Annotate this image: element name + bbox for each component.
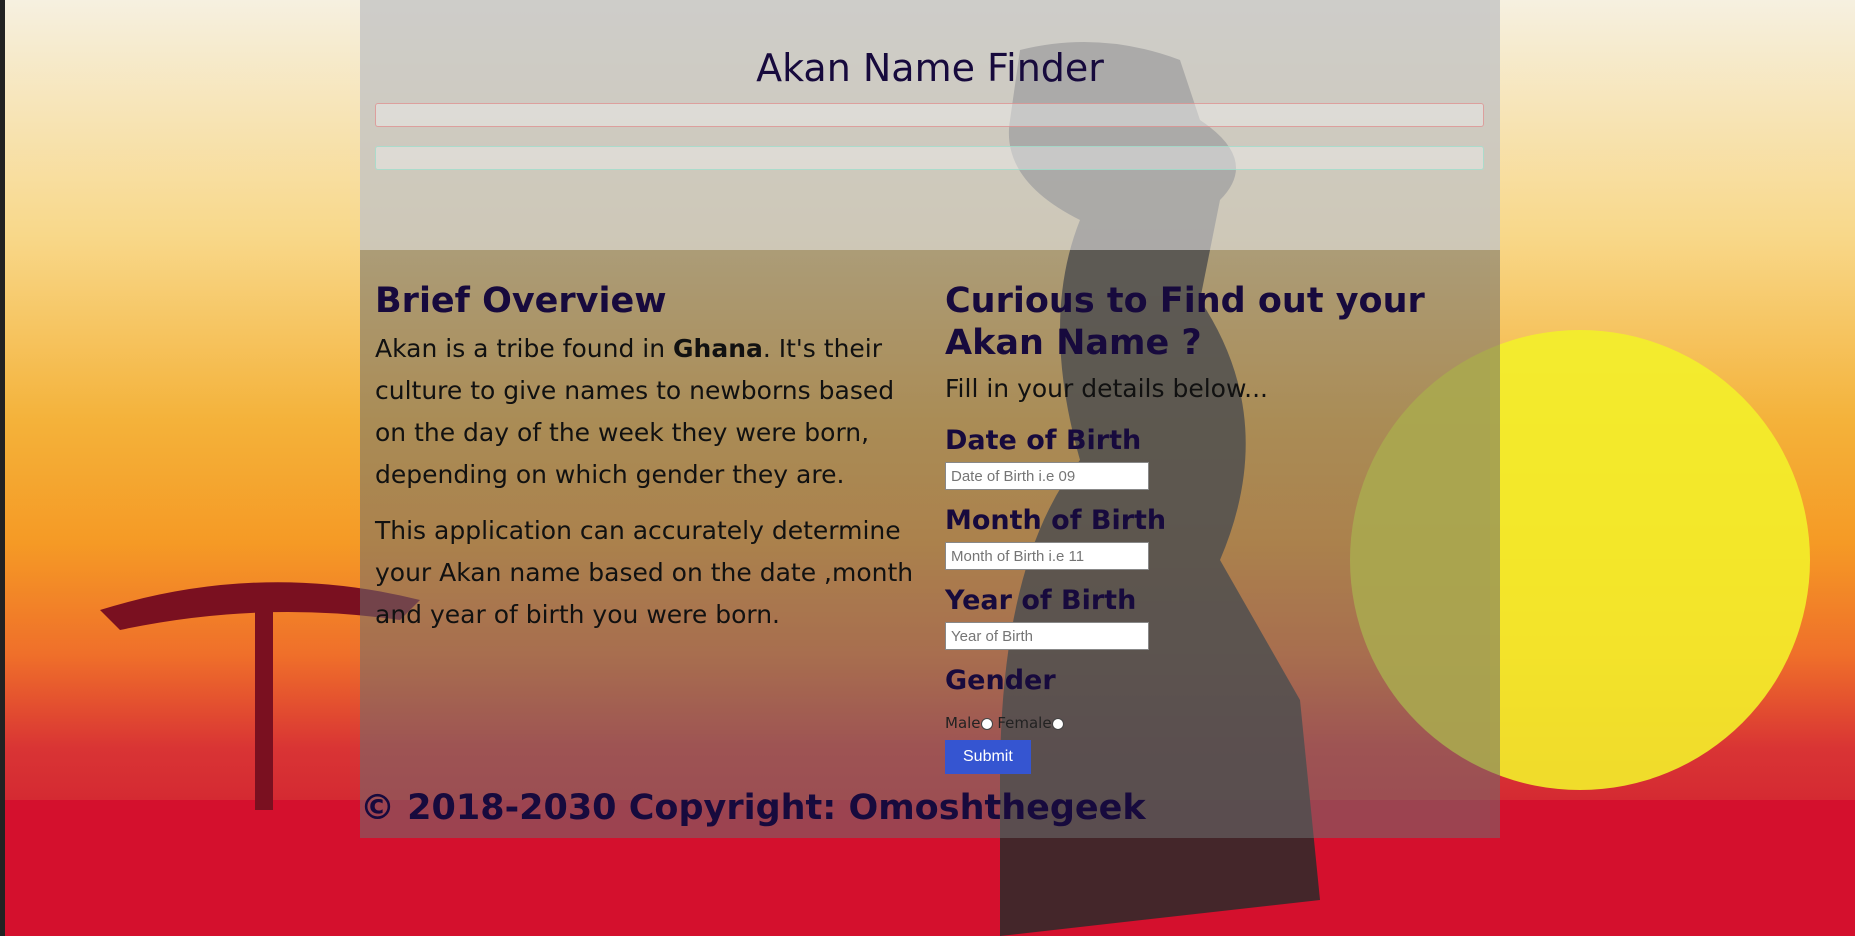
yob-label: Year of Birth xyxy=(945,585,1137,616)
footer-copyright: © 2018-2030 Copyright: Omoshthegeek xyxy=(360,788,1146,828)
male-radio[interactable] xyxy=(980,717,993,730)
dob-label: Date of Birth xyxy=(945,425,1142,456)
mob-input[interactable] xyxy=(945,542,1149,570)
overview-paragraph-2: This application can accurately determin… xyxy=(375,516,914,629)
overview-text: Akan is a tribe found in xyxy=(375,334,673,363)
gender-label: Gender xyxy=(945,665,1056,696)
mob-label: Month of Birth xyxy=(945,505,1167,536)
overview-section: Brief Overview Akan is a tribe found in … xyxy=(375,280,915,650)
header-bar-bottom xyxy=(375,146,1484,170)
overview-heading: Brief Overview xyxy=(375,281,667,321)
form-heading: Curious to Find out your Akan Name ? xyxy=(945,281,1425,363)
form-section: Curious to Find out your Akan Name ? Fil… xyxy=(945,280,1490,774)
dob-input[interactable] xyxy=(945,462,1149,490)
page-title: Akan Name Finder xyxy=(756,46,1104,90)
overview-paragraph-1: Akan is a tribe found in Ghana. It's the… xyxy=(375,328,915,496)
female-label: Female xyxy=(997,714,1052,732)
male-label: Male xyxy=(945,714,981,732)
gender-options: Male Female xyxy=(945,714,1490,732)
female-radio[interactable] xyxy=(1051,717,1064,730)
ghana-bold: Ghana xyxy=(673,334,763,363)
yob-input[interactable] xyxy=(945,622,1149,650)
header-bar-top xyxy=(375,103,1484,127)
form-intro: Fill in your details below... xyxy=(945,374,1268,403)
submit-button[interactable]: Submit xyxy=(945,740,1031,774)
window-edge xyxy=(0,0,5,936)
